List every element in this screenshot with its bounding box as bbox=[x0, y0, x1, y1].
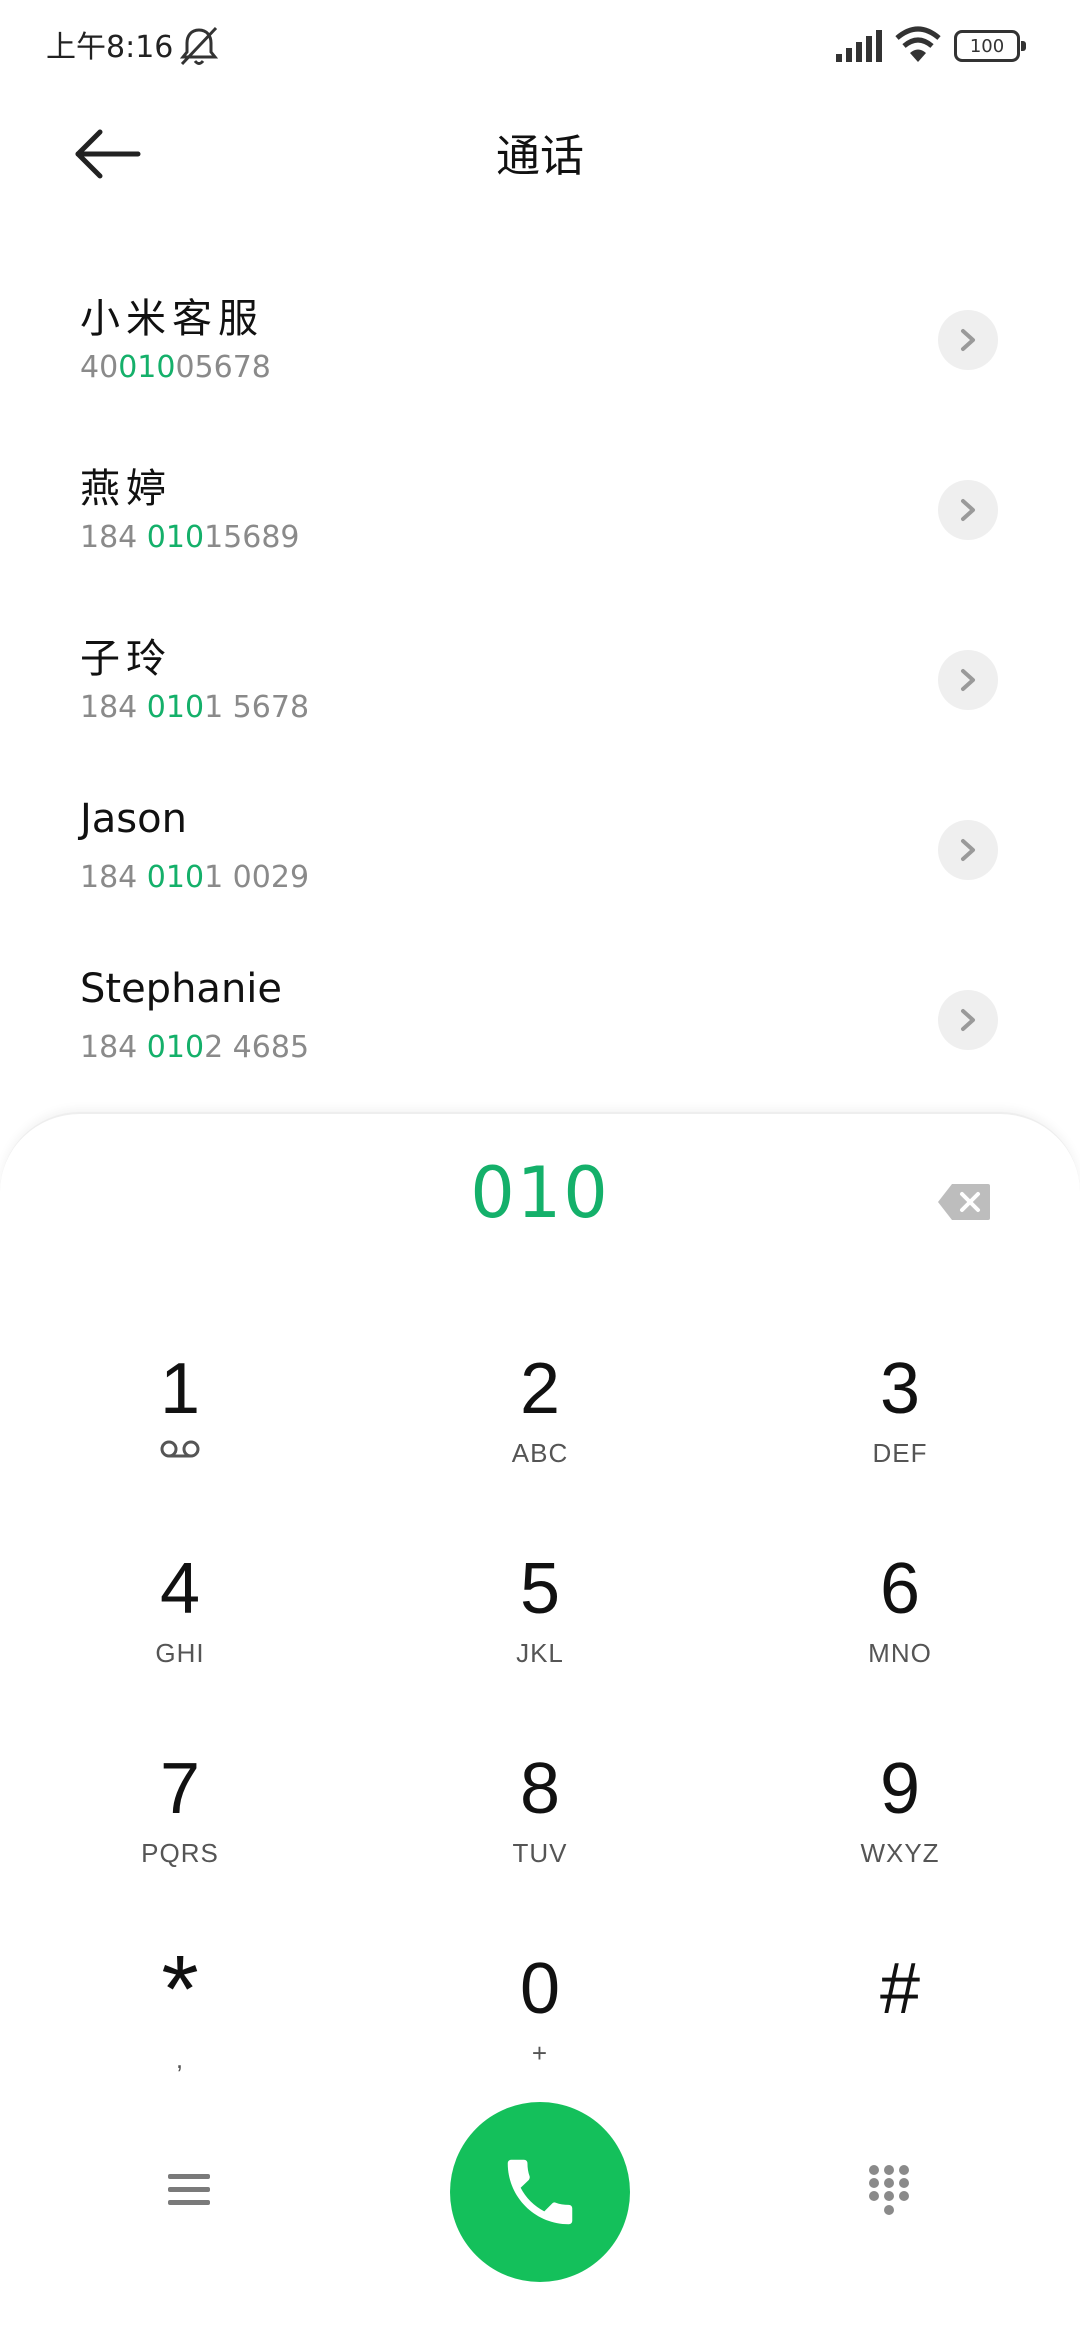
contact-detail-button[interactable] bbox=[938, 650, 998, 710]
contact-name: Jason bbox=[80, 796, 187, 842]
phone-icon bbox=[507, 2159, 573, 2225]
contact-detail-button[interactable] bbox=[938, 310, 998, 370]
contact-name: 小米客服 bbox=[80, 296, 264, 342]
signal-icon bbox=[836, 30, 882, 62]
contact-name: 子玲 bbox=[80, 636, 172, 682]
key-5[interactable]: 5 JKL bbox=[440, 1544, 640, 1704]
menu-icon[interactable] bbox=[166, 2170, 212, 2210]
contact-row[interactable]: 燕婷 184 01015689 bbox=[0, 430, 1080, 600]
mute-icon bbox=[179, 26, 219, 66]
key-7[interactable]: 7 PQRS bbox=[80, 1744, 280, 1904]
contact-number: 4001005678 bbox=[80, 350, 271, 385]
voicemail-icon bbox=[160, 1440, 200, 1458]
key-hash[interactable]: # bbox=[800, 1944, 1000, 2104]
chevron-right-icon bbox=[961, 839, 975, 861]
dialed-number: 010 bbox=[470, 1152, 610, 1234]
contact-number: 184 0101 5678 bbox=[80, 690, 310, 725]
key-6[interactable]: 6 MNO bbox=[800, 1544, 1000, 1704]
wifi-icon bbox=[895, 26, 941, 62]
chevron-right-icon bbox=[961, 499, 975, 521]
contact-detail-button[interactable] bbox=[938, 990, 998, 1050]
page-title: 通话 bbox=[496, 131, 584, 182]
key-0[interactable]: 0 + bbox=[440, 1944, 640, 2104]
keypad-icon[interactable] bbox=[866, 2164, 912, 2220]
key-2[interactable]: 2 ABC bbox=[440, 1344, 640, 1504]
status-bar: 上午8:16 100 bbox=[0, 0, 1080, 90]
chevron-right-icon bbox=[961, 329, 975, 351]
key-1[interactable]: 1 bbox=[80, 1344, 280, 1504]
contact-number: 184 0101 0029 bbox=[80, 860, 310, 895]
contact-row[interactable]: 小米客服 4001005678 bbox=[0, 260, 1080, 430]
key-9[interactable]: 9 WXYZ bbox=[800, 1744, 1000, 1904]
backspace-icon[interactable] bbox=[936, 1182, 992, 1222]
contact-detail-button[interactable] bbox=[938, 820, 998, 880]
battery-icon: 100 bbox=[954, 30, 1026, 62]
contact-row[interactable]: Jason 184 0101 0029 bbox=[0, 770, 1080, 940]
call-button[interactable] bbox=[450, 2102, 630, 2282]
chevron-right-icon bbox=[961, 669, 975, 691]
contact-number: 184 01015689 bbox=[80, 520, 300, 555]
contact-row[interactable]: Stephanie 184 0102 4685 bbox=[0, 940, 1080, 1110]
battery-level: 100 bbox=[969, 35, 1005, 57]
contact-number: 184 0102 4685 bbox=[80, 1030, 310, 1065]
key-star[interactable]: * , bbox=[80, 1940, 280, 2100]
status-time: 上午8:16 bbox=[46, 30, 174, 65]
contact-row[interactable]: 子玲 184 0101 5678 bbox=[0, 600, 1080, 770]
key-8[interactable]: 8 TUV bbox=[440, 1744, 640, 1904]
key-4[interactable]: 4 GHI bbox=[80, 1544, 280, 1704]
chevron-right-icon bbox=[961, 1009, 975, 1031]
contact-name: 燕婷 bbox=[80, 466, 172, 512]
key-3[interactable]: 3 DEF bbox=[800, 1344, 1000, 1504]
contact-detail-button[interactable] bbox=[938, 480, 998, 540]
contact-name: Stephanie bbox=[80, 966, 283, 1012]
